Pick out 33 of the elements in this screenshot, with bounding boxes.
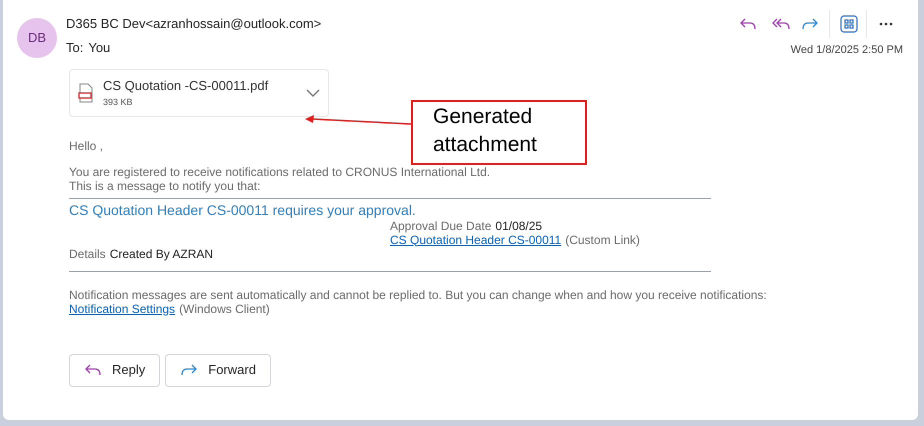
details-value: Created By AZRAN [110,246,214,260]
sender-text: D365 BC Dev<azranhossain@outlook.com> [66,16,322,32]
attachment-size: 393 KB [103,96,134,108]
due-date-label: Approval Due Date [390,218,492,232]
reply-icon [739,17,757,31]
attachment-card[interactable]: CS Quotation -CS-00011.pdf 393 KB [69,68,329,116]
intro-text: This is a message to notify you that: [69,178,262,192]
date-text: Wed 1/8/2025 2:50 PM [790,43,903,58]
approval-headline: CS Quotation Header CS-00011 requires your approval. [69,202,417,218]
details-label: Details [69,246,106,260]
due-date-value: 01/08/25 [495,218,542,232]
annotation-box: Generated attachment [411,100,587,165]
reply-button[interactable]: Reply [69,354,160,386]
to-label: To: [66,40,84,56]
more-icon [879,22,893,26]
apps-grid-icon [840,15,858,33]
footer-text: Notification messages are sent automatically and cannot be replied to. But you can change when and how you receive notifications: [69,288,768,302]
reply-all-icon [771,17,791,31]
attachment-name: CS Quotation -CS-00011.pdf [103,78,270,94]
forward-icon [800,17,818,31]
settings-note: (Windows Client) [179,302,270,316]
record-link[interactable]: CS Quotation Header CS-00011 [390,232,562,246]
greeting-text: Hello , [69,138,104,152]
recipient-text: You [88,40,110,56]
chevron-down-icon[interactable] [306,88,320,96]
forward-button[interactable]: Forward [165,354,271,386]
forward-icon [180,363,198,377]
settings-link[interactable]: Notification Settings [69,302,176,316]
reply-icon [84,363,102,377]
avatar: DB [17,18,57,58]
link-note: (Custom Link) [565,232,640,246]
intro-text: You are registered to receive notifications related to CRONUS International Ltd. [69,164,492,178]
pdf-file-icon [78,82,94,102]
